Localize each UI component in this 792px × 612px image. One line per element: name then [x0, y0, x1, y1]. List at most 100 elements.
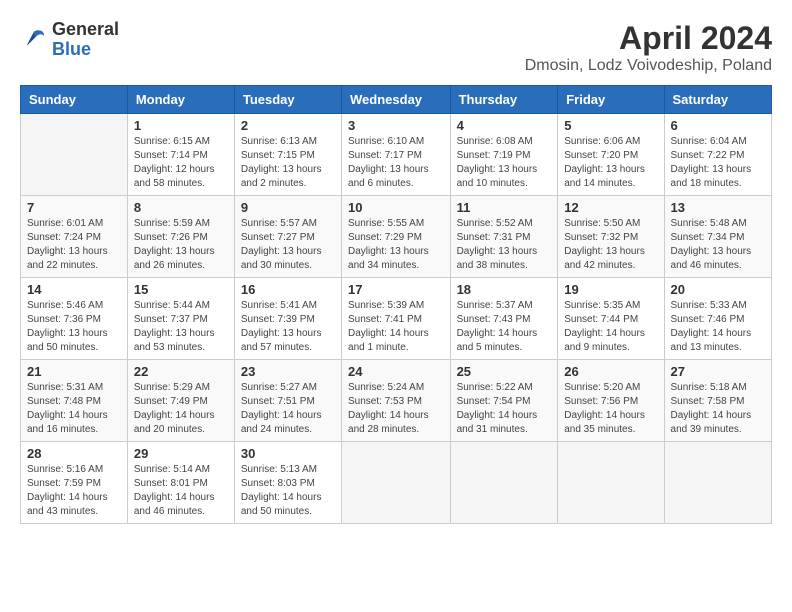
day-info: Sunrise: 5:27 AMSunset: 7:51 PMDaylight:… [241, 381, 335, 437]
weekday-header-friday: Friday [558, 86, 664, 114]
calendar-cell: 10Sunrise: 5:55 AMSunset: 7:29 PMDayligh… [342, 196, 451, 278]
calendar-cell: 30Sunrise: 5:13 AMSunset: 8:03 PMDayligh… [234, 442, 341, 524]
calendar-cell: 28 Sunrise: 5:16 AMSunset: 7:59 PMDayligh… [21, 442, 128, 524]
weekday-header-thursday: Thursday [450, 86, 558, 114]
calendar-cell: 9 Sunrise: 5:57 AMSunset: 7:27 PMDaylight… [234, 196, 341, 278]
day-number: 1 [134, 118, 228, 133]
day-number: 30 [241, 446, 335, 461]
day-number: 22 [134, 364, 228, 379]
day-number: 9 [241, 200, 335, 215]
calendar-cell [450, 442, 558, 524]
day-number: 16 [241, 282, 335, 297]
calendar-cell: 29 Sunrise: 5:14 AMSunset: 8:01 PMDayligh… [127, 442, 234, 524]
calendar-cell: 12 Sunrise: 5:50 AMSunset: 7:32 PMDayligh… [558, 196, 664, 278]
day-number: 4 [457, 118, 552, 133]
day-info: Sunrise: 5:44 AMSunset: 7:37 PMDaylight:… [134, 299, 228, 355]
calendar-cell: 22Sunrise: 5:29 AMSunset: 7:49 PMDayligh… [127, 360, 234, 442]
day-number: 26 [564, 364, 657, 379]
calendar-cell: 20 Sunrise: 5:33 AMSunset: 7:46 PMDayligh… [664, 278, 771, 360]
calendar-cell: 24 Sunrise: 5:24 AMSunset: 7:53 PMDayligh… [342, 360, 451, 442]
calendar-cell: 8 Sunrise: 5:59 AMSunset: 7:26 PMDaylight… [127, 196, 234, 278]
day-info: Sunrise: 5:18 AMSunset: 7:58 PMDaylight:… [671, 381, 765, 437]
day-info: Sunrise: 5:50 AMSunset: 7:32 PMDaylight:… [564, 217, 657, 273]
day-info: Sunrise: 5:52 AMSunset: 7:31 PMDaylight:… [457, 217, 552, 273]
calendar-cell: 17Sunrise: 5:39 AMSunset: 7:41 PMDayligh… [342, 278, 451, 360]
calendar-cell: 11 Sunrise: 5:52 AMSunset: 7:31 PMDayligh… [450, 196, 558, 278]
day-info: Sunrise: 5:37 AMSunset: 7:43 PMDaylight:… [457, 299, 552, 355]
day-number: 7 [27, 200, 121, 215]
calendar-cell: 6 Sunrise: 6:04 AMSunset: 7:22 PMDaylight… [664, 114, 771, 196]
weekday-header-saturday: Saturday [664, 86, 771, 114]
day-number: 20 [671, 282, 765, 297]
day-number: 11 [457, 200, 552, 215]
calendar-cell: 7Sunrise: 6:01 AMSunset: 7:24 PMDaylight… [21, 196, 128, 278]
calendar-cell: 5Sunrise: 6:06 AMSunset: 7:20 PMDaylight… [558, 114, 664, 196]
calendar-cell: 27 Sunrise: 5:18 AMSunset: 7:58 PMDayligh… [664, 360, 771, 442]
calendar-cell: 4Sunrise: 6:08 AMSunset: 7:19 PMDaylight… [450, 114, 558, 196]
calendar-week-3: 14 Sunrise: 5:46 AMSunset: 7:36 PMDayligh… [21, 278, 772, 360]
logo: General Blue [20, 20, 119, 60]
day-info: Sunrise: 5:35 AMSunset: 7:44 PMDaylight:… [564, 299, 657, 355]
day-info: Sunrise: 5:48 AMSunset: 7:34 PMDaylight:… [671, 217, 765, 273]
day-info: Sunrise: 5:57 AMSunset: 7:27 PMDaylight:… [241, 217, 335, 273]
calendar-cell: 3 Sunrise: 6:10 AMSunset: 7:17 PMDaylight… [342, 114, 451, 196]
logo-bird-icon [20, 26, 48, 54]
calendar-cell [664, 442, 771, 524]
title-section: April 2024 Dmosin, Lodz Voivodeship, Pol… [525, 20, 772, 75]
logo-blue-text: Blue [52, 40, 119, 60]
calendar-cell: 26 Sunrise: 5:20 AMSunset: 7:56 PMDayligh… [558, 360, 664, 442]
day-number: 24 [348, 364, 444, 379]
day-info: Sunrise: 5:14 AMSunset: 8:01 PMDaylight:… [134, 463, 228, 519]
calendar-cell: 23 Sunrise: 5:27 AMSunset: 7:51 PMDayligh… [234, 360, 341, 442]
day-info: Sunrise: 5:20 AMSunset: 7:56 PMDaylight:… [564, 381, 657, 437]
day-info: Sunrise: 5:22 AMSunset: 7:54 PMDaylight:… [457, 381, 552, 437]
day-info: Sunrise: 6:13 AMSunset: 7:15 PMDaylight:… [241, 135, 335, 191]
calendar-cell [342, 442, 451, 524]
calendar-cell: 18 Sunrise: 5:37 AMSunset: 7:43 PMDayligh… [450, 278, 558, 360]
day-number: 12 [564, 200, 657, 215]
day-number: 13 [671, 200, 765, 215]
day-info: Sunrise: 5:33 AMSunset: 7:46 PMDaylight:… [671, 299, 765, 355]
weekday-header-sunday: Sunday [21, 86, 128, 114]
day-number: 28 [27, 446, 121, 461]
logo-general-text: General [52, 20, 119, 40]
day-info: Sunrise: 6:04 AMSunset: 7:22 PMDaylight:… [671, 135, 765, 191]
calendar-header: SundayMondayTuesdayWednesdayThursdayFrid… [21, 86, 772, 114]
page-header: General Blue April 2024 Dmosin, Lodz Voi… [20, 20, 772, 75]
calendar-cell: 21Sunrise: 5:31 AMSunset: 7:48 PMDayligh… [21, 360, 128, 442]
location-text: Dmosin, Lodz Voivodeship, Poland [525, 57, 772, 75]
day-number: 19 [564, 282, 657, 297]
calendar-cell: 19 Sunrise: 5:35 AMSunset: 7:44 PMDayligh… [558, 278, 664, 360]
day-info: Sunrise: 5:16 AMSunset: 7:59 PMDaylight:… [27, 463, 121, 519]
calendar-cell: 25 Sunrise: 5:22 AMSunset: 7:54 PMDayligh… [450, 360, 558, 442]
calendar-cell [21, 114, 128, 196]
calendar-cell: 15 Sunrise: 5:44 AMSunset: 7:37 PMDayligh… [127, 278, 234, 360]
day-number: 18 [457, 282, 552, 297]
day-number: 27 [671, 364, 765, 379]
day-number: 8 [134, 200, 228, 215]
calendar-week-2: 7Sunrise: 6:01 AMSunset: 7:24 PMDaylight… [21, 196, 772, 278]
calendar-body: 1Sunrise: 6:15 AMSunset: 7:14 PMDaylight… [21, 114, 772, 524]
day-number: 21 [27, 364, 121, 379]
calendar-cell [558, 442, 664, 524]
weekday-header-tuesday: Tuesday [234, 86, 341, 114]
day-info: Sunrise: 5:55 AMSunset: 7:29 PMDaylight:… [348, 217, 444, 273]
calendar-cell: 13 Sunrise: 5:48 AMSunset: 7:34 PMDayligh… [664, 196, 771, 278]
day-info: Sunrise: 5:24 AMSunset: 7:53 PMDaylight:… [348, 381, 444, 437]
calendar-week-1: 1Sunrise: 6:15 AMSunset: 7:14 PMDaylight… [21, 114, 772, 196]
day-number: 14 [27, 282, 121, 297]
day-number: 3 [348, 118, 444, 133]
day-number: 29 [134, 446, 228, 461]
day-number: 6 [671, 118, 765, 133]
day-number: 25 [457, 364, 552, 379]
day-info: Sunrise: 5:39 AMSunset: 7:41 PMDaylight:… [348, 299, 444, 355]
weekday-header-row: SundayMondayTuesdayWednesdayThursdayFrid… [21, 86, 772, 114]
calendar-week-4: 21Sunrise: 5:31 AMSunset: 7:48 PMDayligh… [21, 360, 772, 442]
calendar-cell: 2Sunrise: 6:13 AMSunset: 7:15 PMDaylight… [234, 114, 341, 196]
day-info: Sunrise: 6:10 AMSunset: 7:17 PMDaylight:… [348, 135, 444, 191]
day-number: 23 [241, 364, 335, 379]
day-number: 15 [134, 282, 228, 297]
calendar-cell: 1Sunrise: 6:15 AMSunset: 7:14 PMDaylight… [127, 114, 234, 196]
day-info: Sunrise: 5:59 AMSunset: 7:26 PMDaylight:… [134, 217, 228, 273]
day-info: Sunrise: 5:46 AMSunset: 7:36 PMDaylight:… [27, 299, 121, 355]
